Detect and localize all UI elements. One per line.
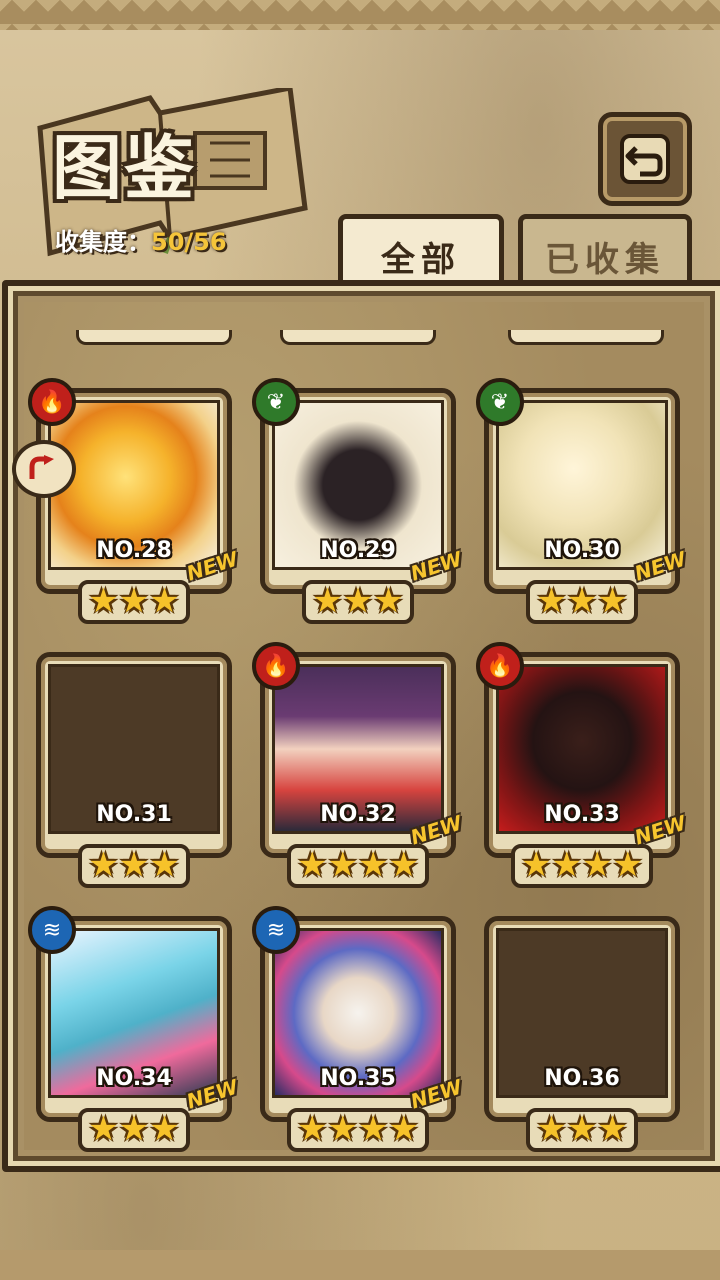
star-icon: ★: [358, 1109, 389, 1149]
card-number: NO.36: [544, 1066, 620, 1091]
star-icon: ★: [297, 1109, 328, 1149]
star-rating: ★★★: [36, 844, 232, 888]
star-icon: ★: [118, 581, 150, 621]
star-rating: ★★★: [484, 1108, 680, 1152]
star-box: ★★★★: [511, 844, 653, 888]
star-rating: ★★★: [36, 580, 232, 624]
star-icon: ★: [149, 581, 180, 621]
leaf-element-icon: ❦: [252, 378, 300, 426]
curved-arrow-icon: [29, 455, 54, 479]
star-rating: ★★★★: [260, 844, 456, 888]
previous-row-stub: [76, 330, 232, 345]
progress-label: 收集度：: [55, 228, 151, 256]
star-rating: ★★★: [260, 580, 456, 624]
star-icon: ★: [582, 845, 613, 885]
star-rating: ★★★: [484, 580, 680, 624]
star-icon: ★: [388, 1109, 419, 1149]
star-icon: ★: [297, 845, 328, 885]
star-box: ★★★: [302, 580, 414, 624]
character-card[interactable]: NO.31 ★★★: [36, 652, 232, 888]
star-icon: ★: [327, 845, 358, 885]
star-icon: ★: [566, 1109, 598, 1149]
star-icon: ★: [149, 1109, 180, 1149]
progress-value: 50/56: [151, 228, 227, 256]
star-icon: ★: [88, 581, 119, 621]
star-icon: ★: [312, 581, 343, 621]
character-card[interactable]: NO.28 ★★★ 🔥 NEW: [28, 378, 240, 624]
star-icon: ★: [521, 845, 552, 885]
star-icon: ★: [88, 845, 119, 885]
star-icon: ★: [612, 845, 643, 885]
star-icon: ★: [373, 581, 404, 621]
star-icon: ★: [597, 1109, 628, 1149]
character-card[interactable]: NO.34 ★★★ ≋ NEW: [28, 906, 240, 1152]
star-box: ★★★: [78, 844, 190, 888]
star-box: ★★★: [78, 580, 190, 624]
bottom-border: [0, 1250, 720, 1280]
star-box: ★★★: [526, 580, 638, 624]
previous-row-stub: [280, 330, 436, 345]
character-card[interactable]: NO.30 ★★★ ❦ NEW: [476, 378, 688, 624]
fire-element-icon: 🔥: [476, 642, 524, 690]
star-rating: ★★★: [36, 1108, 232, 1152]
star-icon: ★: [118, 845, 150, 885]
star-rating: ★★★★: [484, 844, 680, 888]
star-box: ★★★: [78, 1108, 190, 1152]
fire-element-icon: 🔥: [28, 378, 76, 426]
star-icon: ★: [342, 581, 374, 621]
leaf-element-icon: ❦: [476, 378, 524, 426]
character-card[interactable]: NO.32 ★★★★ 🔥 NEW: [252, 642, 464, 888]
star-icon: ★: [536, 1109, 567, 1149]
star-icon: ★: [358, 845, 389, 885]
previous-row-stub: [508, 330, 664, 345]
star-box: ★★★★: [287, 844, 429, 888]
star-box: ★★★: [526, 1108, 638, 1152]
water-element-icon: ≋: [252, 906, 300, 954]
card-number: NO.31: [96, 802, 172, 827]
star-icon: ★: [327, 1109, 358, 1149]
star-rating: ★★★★: [260, 1108, 456, 1152]
star-icon: ★: [88, 1109, 119, 1149]
fire-element-icon: 🔥: [252, 642, 300, 690]
back-arrow-icon: [620, 134, 670, 184]
top-border: [0, 0, 720, 30]
collection-progress: 收集度：50/56: [55, 222, 227, 257]
character-card[interactable]: NO.35 ★★★★ ≋ NEW: [252, 906, 464, 1152]
star-icon: ★: [551, 845, 582, 885]
star-icon: ★: [388, 845, 419, 885]
character-card[interactable]: NO.29 ★★★ ❦ NEW: [252, 378, 464, 624]
character-card[interactable]: NO.33 ★★★★ 🔥 NEW: [476, 642, 688, 888]
star-icon: ★: [149, 845, 180, 885]
star-box: ★★★★: [287, 1108, 429, 1152]
star-icon: ★: [566, 581, 598, 621]
side-arrow-button[interactable]: [12, 440, 76, 498]
water-element-icon: ≋: [28, 906, 76, 954]
star-icon: ★: [536, 581, 567, 621]
star-icon: ★: [597, 581, 628, 621]
character-card[interactable]: NO.36 ★★★: [484, 916, 680, 1152]
back-button[interactable]: [598, 112, 692, 206]
page-title: 图鉴: [52, 127, 196, 209]
star-icon: ★: [118, 1109, 150, 1149]
